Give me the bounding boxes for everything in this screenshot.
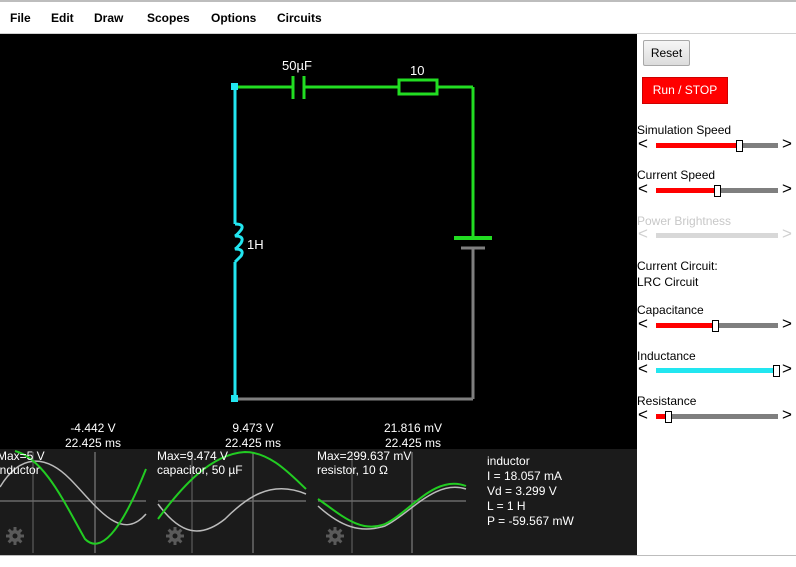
slider-thumb[interactable]	[736, 140, 743, 152]
capacitor[interactable]	[291, 76, 306, 99]
slider-fill	[656, 368, 778, 373]
current-speed-slider[interactable]: < >	[637, 180, 796, 198]
chevron-left-icon: <	[638, 224, 648, 243]
simulation-speed-slider[interactable]: < >	[637, 135, 796, 153]
slider-thumb[interactable]	[665, 411, 672, 423]
menu-bar: File Edit Draw Scopes Options Circuits	[0, 0, 796, 34]
scope-2-max: Max=9.474 V	[157, 449, 229, 463]
slider-track	[656, 233, 778, 238]
scope-3-max: Max=299.637 mV	[317, 449, 412, 463]
chevron-left-icon[interactable]: <	[638, 180, 648, 198]
capacitance-slider[interactable]: < >	[637, 315, 796, 333]
element-info: inductor I = 18.057 mA Vd = 3.299 V L = …	[487, 454, 574, 529]
scope-2-name: capacitor, 50 µF	[157, 463, 243, 477]
simulation-speed-label: Simulation Speed	[637, 123, 732, 137]
slider-track[interactable]	[656, 365, 780, 377]
info-line-4: P = -59.567 mW	[487, 514, 574, 528]
slider-thumb[interactable]	[773, 365, 780, 377]
slider-fill	[656, 143, 739, 148]
scope-1-max: Max=5 V	[0, 449, 45, 463]
slider-track[interactable]	[656, 140, 778, 152]
menu-file[interactable]: File	[10, 11, 31, 25]
scope-1-name: inductor	[0, 463, 40, 477]
resistance-slider[interactable]: < >	[637, 406, 796, 424]
slider-thumb[interactable]	[712, 320, 719, 332]
chevron-left-icon[interactable]: <	[638, 360, 648, 378]
slider-track[interactable]	[656, 411, 778, 423]
scope-3-header: 21.816 mV 22.425 ms	[358, 421, 468, 451]
left-wire[interactable]	[233, 87, 244, 399]
info-line-3: L = 1 H	[487, 499, 526, 513]
menu-edit[interactable]: Edit	[51, 11, 74, 25]
scope-1-header: -4.442 V 22.425 ms	[38, 421, 148, 451]
capacitor-label: 50µF	[282, 58, 312, 73]
scope-1-voltage: -4.442 V	[70, 421, 116, 435]
current-circuit-name: LRC Circuit	[637, 275, 699, 289]
run-stop-button[interactable]: Run / STOP	[642, 77, 728, 104]
chevron-right-icon[interactable]: >	[782, 135, 792, 153]
scope-2-voltage: 9.473 V	[232, 421, 274, 435]
power-brightness-slider: < >	[637, 225, 796, 243]
chevron-left-icon[interactable]: <	[638, 406, 648, 424]
slider-track[interactable]	[656, 185, 778, 197]
scope-3-settings-gear-icon[interactable]	[326, 527, 344, 545]
chevron-left-icon[interactable]: <	[638, 135, 648, 153]
slider-fill	[656, 323, 715, 328]
chevron-right-icon: >	[782, 224, 792, 243]
slider-track[interactable]	[656, 320, 778, 332]
current-speed-label: Current Speed	[637, 168, 716, 182]
node-bottom-left[interactable]	[231, 395, 238, 402]
circuit-canvas[interactable]: 50µF 10 1H -4.442 V 22.425 ms 9.473 V 22…	[0, 34, 637, 555]
voltage-source[interactable]	[454, 236, 492, 250]
slider-fill	[656, 188, 717, 193]
chevron-right-icon[interactable]: >	[782, 406, 792, 424]
menu-draw[interactable]: Draw	[94, 11, 123, 25]
menu-circuits[interactable]: Circuits	[277, 11, 322, 25]
inductance-slider[interactable]: < >	[637, 360, 796, 378]
node-top-left[interactable]	[231, 83, 238, 90]
chevron-right-icon[interactable]: >	[782, 315, 792, 333]
menu-scopes[interactable]: Scopes	[147, 11, 190, 25]
resistor[interactable]	[397, 78, 439, 96]
bottom-wire[interactable]	[235, 248, 475, 401]
inductor	[233, 222, 244, 264]
top-wire[interactable]	[235, 85, 475, 237]
scope-3-name: resistor, 10 Ω	[317, 463, 388, 477]
scope-2-header: 9.473 V 22.425 ms	[198, 421, 308, 451]
chevron-left-icon[interactable]: <	[638, 315, 648, 333]
resistor-label: 10	[410, 63, 424, 78]
scope-2-settings-gear-icon[interactable]	[166, 527, 184, 545]
menu-options[interactable]: Options	[211, 11, 256, 25]
scope-1-time: 22.425 ms	[64, 436, 122, 450]
power-brightness-label: Power Brightness	[637, 214, 732, 228]
slider-thumb[interactable]	[714, 185, 721, 197]
slider-fill	[656, 233, 717, 238]
control-panel: Reset Run / STOP Simulation Speed < > Cu…	[637, 34, 796, 555]
current-circuit-title: Current Circuit:	[637, 259, 718, 273]
chevron-right-icon[interactable]: >	[782, 180, 792, 198]
chevron-right-icon[interactable]: >	[782, 360, 792, 378]
reset-button[interactable]: Reset	[643, 40, 690, 66]
info-line-1: I = 18.057 mA	[487, 469, 563, 483]
inductor-label: 1H	[247, 237, 264, 252]
status-strip	[0, 555, 796, 567]
scope-3-voltage: 21.816 mV	[383, 421, 443, 435]
scope-1-settings-gear-icon[interactable]	[6, 527, 24, 545]
info-line-0: inductor	[487, 454, 530, 468]
info-line-2: Vd = 3.299 V	[487, 484, 557, 498]
